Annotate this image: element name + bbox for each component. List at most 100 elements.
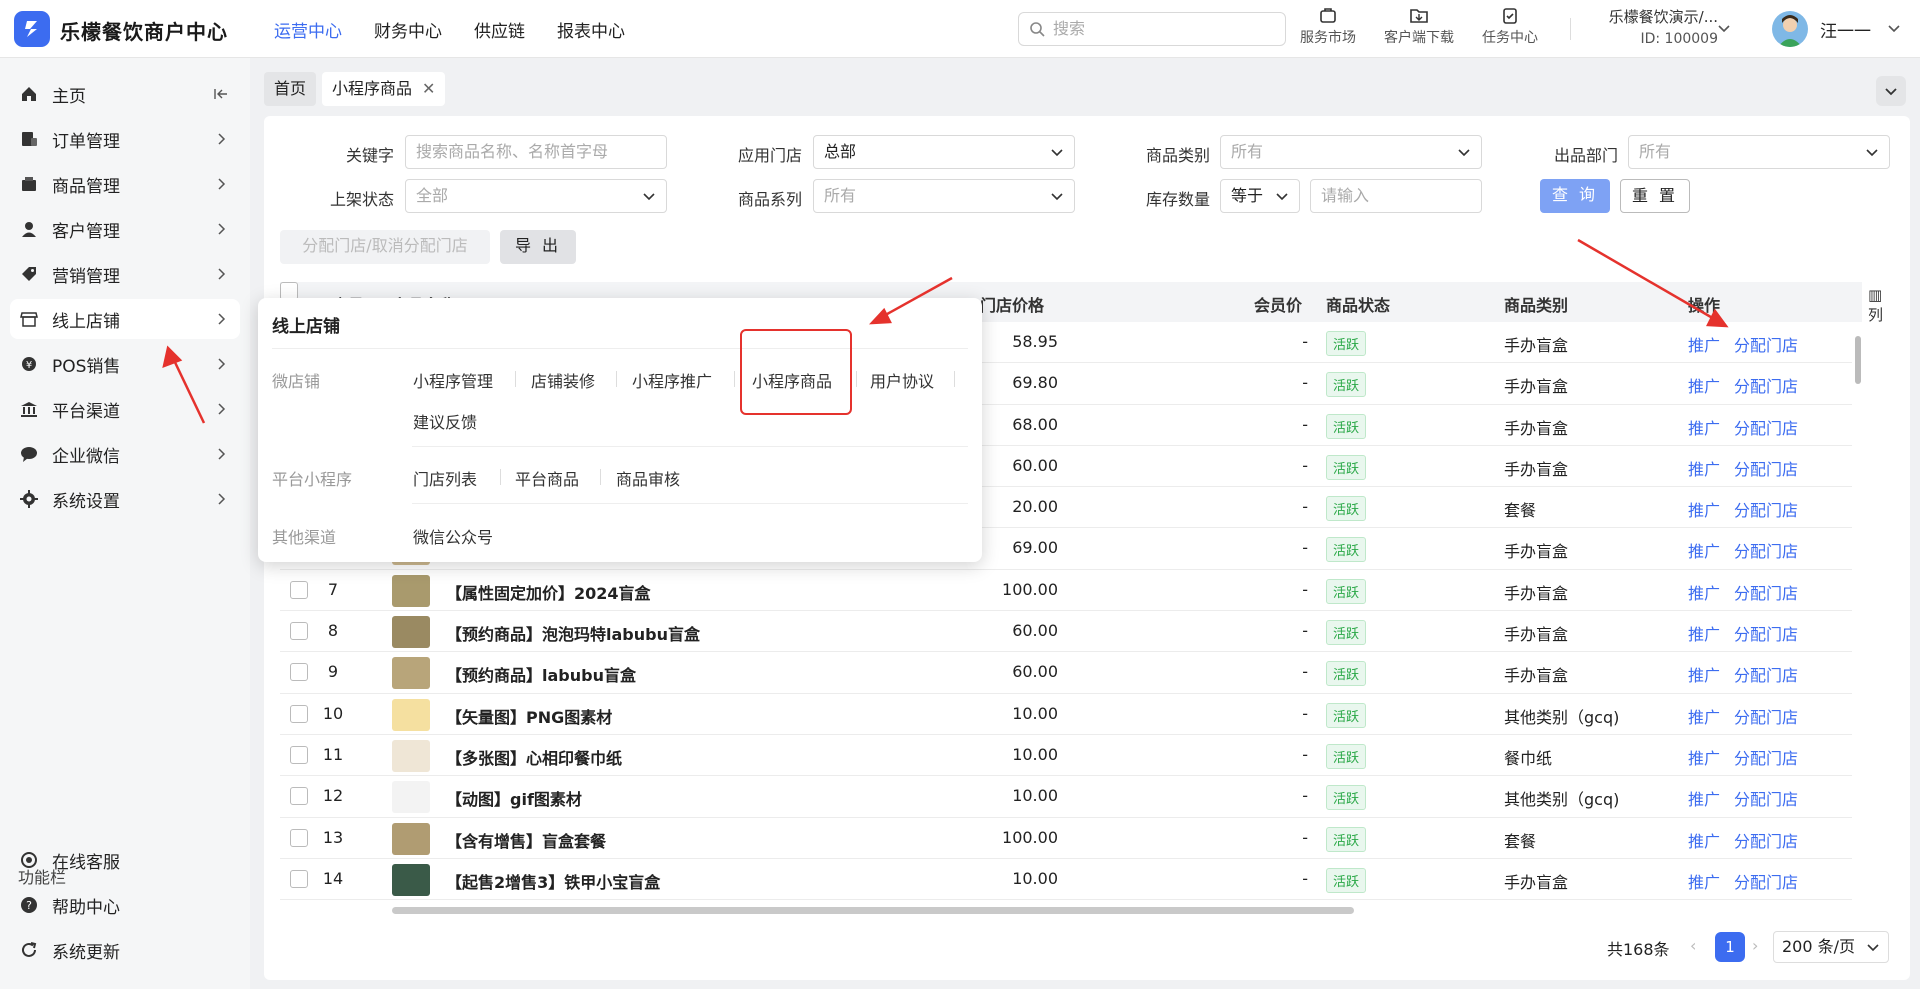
page-size-select[interactable]: 200 条/页	[1773, 931, 1889, 963]
keyword-input[interactable]: 搜索商品名称、名称首字母	[405, 135, 667, 169]
menu-platform-products[interactable]: 平台商品	[515, 466, 579, 490]
sidebar-item-customers[interactable]: 客户管理	[0, 209, 250, 249]
row-checkbox[interactable]	[290, 580, 308, 599]
service-market-button[interactable]: 服务市场	[1300, 6, 1356, 47]
menu-wechat-official-account[interactable]: 微信公众号	[413, 524, 493, 548]
store-switcher[interactable]: 乐檬餐饮演示/... ID: 100009	[1586, 6, 1718, 47]
row-checkbox[interactable]	[290, 828, 308, 847]
dept-select[interactable]: 所有	[1628, 135, 1890, 169]
assign-store-link[interactable]: 分配门店	[1734, 745, 1798, 769]
nav-finance[interactable]: 财务中心	[374, 17, 442, 42]
promote-link[interactable]: 推广	[1688, 538, 1720, 562]
global-search-input[interactable]: 搜索	[1018, 12, 1286, 46]
nav-reports[interactable]: 报表中心	[557, 17, 625, 42]
promote-link[interactable]: 推广	[1688, 332, 1720, 356]
stock-quantity-input[interactable]: 请输入	[1310, 179, 1482, 213]
assign-store-link[interactable]: 分配门店	[1734, 415, 1798, 439]
category-select[interactable]: 所有	[1220, 135, 1482, 169]
menu-store-list[interactable]: 门店列表	[413, 466, 477, 490]
promote-link[interactable]: 推广	[1688, 786, 1720, 810]
promote-link[interactable]: 推广	[1688, 580, 1720, 604]
promote-link[interactable]: 推广	[1688, 497, 1720, 521]
assign-store-link[interactable]: 分配门店	[1734, 456, 1798, 480]
query-button[interactable]: 查 询	[1540, 179, 1610, 213]
sidebar-item-platform-channels[interactable]: 平台渠道	[0, 389, 250, 429]
avatar[interactable]	[1772, 11, 1808, 47]
menu-user-agreement[interactable]: 用户协议	[870, 368, 934, 392]
assign-store-link[interactable]: 分配门店	[1734, 621, 1798, 645]
vertical-scrollbar[interactable]	[1855, 336, 1861, 384]
sidebar-item-online-store[interactable]: 线上店铺	[10, 299, 240, 339]
sidebar-item-settings[interactable]: 系统设置	[0, 479, 250, 519]
next-page-icon[interactable]: ›	[1752, 936, 1758, 955]
tab-miniapp-products[interactable]: 小程序商品 ✕	[322, 72, 446, 106]
column-settings-button[interactable]: ▥ 列	[1868, 286, 1884, 325]
nav-operations[interactable]: 运营中心	[274, 17, 342, 42]
assign-store-link[interactable]: 分配门店	[1734, 580, 1798, 604]
promote-link[interactable]: 推广	[1688, 373, 1720, 397]
close-icon[interactable]: ✕	[422, 79, 435, 98]
menu-feedback[interactable]: 建议反馈	[413, 409, 477, 433]
chevron-down-icon[interactable]	[1716, 20, 1732, 36]
promote-link[interactable]: 推广	[1688, 456, 1720, 480]
promote-link[interactable]: 推广	[1688, 415, 1720, 439]
export-button[interactable]: 导 出	[500, 230, 576, 264]
client-download-button[interactable]: 客户端下载	[1384, 6, 1454, 47]
promote-link[interactable]: 推广	[1688, 704, 1720, 728]
sidebar-item-marketing[interactable]: 营销管理	[0, 254, 250, 294]
shelf-select[interactable]: 全部	[405, 179, 667, 213]
collapse-sidebar-icon[interactable]	[214, 87, 228, 101]
menu-miniapp-management[interactable]: 小程序管理	[413, 368, 493, 392]
assign-store-link[interactable]: 分配门店	[1734, 704, 1798, 728]
row-checkbox[interactable]	[290, 787, 308, 806]
promote-link[interactable]: 推广	[1688, 621, 1720, 645]
sidebar-item-orders[interactable]: 订单管理	[0, 119, 250, 159]
promote-link[interactable]: 推广	[1688, 662, 1720, 686]
sidebar-item-products[interactable]: 商品管理	[0, 164, 250, 204]
menu-store-decoration[interactable]: 店铺装修	[531, 368, 595, 392]
nav-supply-chain[interactable]: 供应链	[474, 17, 525, 42]
store-select[interactable]: 总部	[813, 135, 1075, 169]
assign-store-link[interactable]: 分配门店	[1734, 869, 1798, 893]
app-logo[interactable]	[14, 11, 50, 47]
table-row: 10 【矢量图】PNG图素材 10.00 - 活跃 其他类别（gcq) 推广 分配门店	[280, 694, 1852, 735]
promote-link[interactable]: 推广	[1688, 828, 1720, 852]
page-number[interactable]: 1	[1715, 932, 1745, 962]
help-center-item[interactable]: ? 帮助中心	[0, 885, 250, 925]
task-center-button[interactable]: 任务中心	[1482, 6, 1538, 47]
assign-store-button[interactable]: 分配门店/取消分配门店	[280, 230, 490, 264]
assign-store-link[interactable]: 分配门店	[1734, 828, 1798, 852]
row-checkbox[interactable]	[290, 869, 308, 888]
row-checkbox[interactable]	[290, 663, 308, 682]
sidebar-item-label: 帮助中心	[52, 897, 120, 918]
series-select[interactable]: 所有	[813, 179, 1075, 213]
user-name[interactable]: 汪一一	[1820, 17, 1871, 42]
prev-page-icon[interactable]: ‹	[1690, 936, 1696, 955]
reset-button[interactable]: 重 置	[1620, 179, 1690, 213]
horizontal-scrollbar[interactable]	[392, 907, 1354, 914]
system-update-item[interactable]: 系统更新	[0, 930, 250, 970]
svg-text:?: ?	[26, 899, 32, 912]
row-checkbox[interactable]	[290, 704, 308, 723]
chevron-down-icon[interactable]	[1886, 20, 1902, 36]
stock-operator-select[interactable]: 等于	[1220, 179, 1300, 213]
online-support-item[interactable]: 在线客服	[0, 840, 250, 880]
tabs-expand-button[interactable]	[1876, 76, 1906, 106]
assign-store-link[interactable]: 分配门店	[1734, 497, 1798, 521]
assign-store-link[interactable]: 分配门店	[1734, 786, 1798, 810]
promote-link[interactable]: 推广	[1688, 745, 1720, 769]
promote-link[interactable]: 推广	[1688, 869, 1720, 893]
sidebar-item-home[interactable]: 主页	[0, 74, 250, 114]
sidebar-item-wecom[interactable]: 企业微信	[0, 434, 250, 474]
menu-miniapp-promotion[interactable]: 小程序推广	[632, 368, 712, 392]
assign-store-link[interactable]: 分配门店	[1734, 373, 1798, 397]
sidebar-item-pos-sales[interactable]: ¥ POS销售	[0, 344, 250, 384]
assign-store-link[interactable]: 分配门店	[1734, 662, 1798, 686]
row-checkbox[interactable]	[290, 745, 308, 764]
assign-store-link[interactable]: 分配门店	[1734, 332, 1798, 356]
menu-product-review[interactable]: 商品审核	[616, 466, 680, 490]
row-checkbox[interactable]	[290, 622, 308, 641]
col-price[interactable]: 门店价格	[980, 292, 1044, 316]
assign-store-link[interactable]: 分配门店	[1734, 538, 1798, 562]
tab-home[interactable]: 首页	[264, 72, 317, 106]
